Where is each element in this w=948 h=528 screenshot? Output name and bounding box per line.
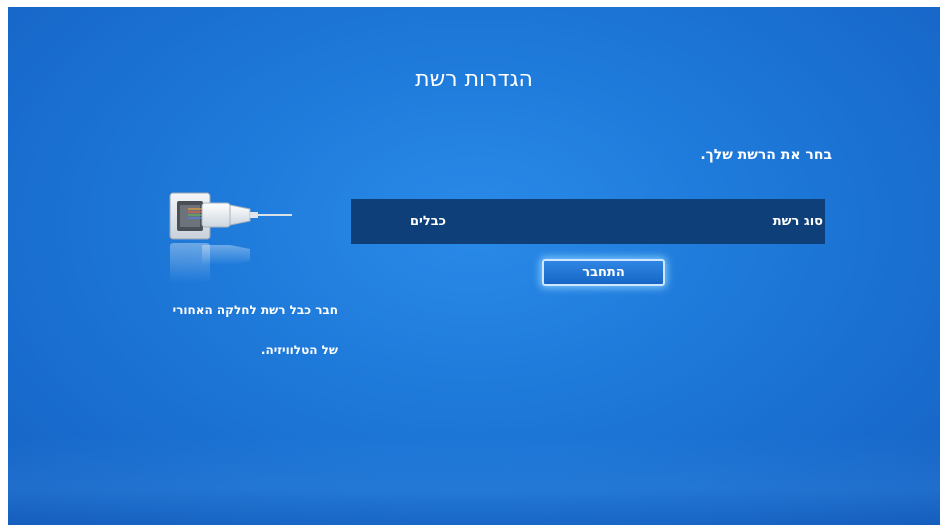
instruction-text-line1: חבר כבל רשת לחלקה האחורי (172, 303, 338, 317)
page-title: הגדרות רשת (415, 67, 533, 92)
network-type-selector[interactable]: סוג רשת כבלים (351, 199, 825, 244)
instruction-text-line2: של הטלוויזיה. (260, 343, 338, 357)
network-type-value: כבלים (410, 214, 447, 229)
connect-button[interactable]: התחבר (542, 259, 665, 286)
tv-screen: הגדרות רשת בחר את הרשת שלך. סוג רשת כבלי… (8, 7, 940, 525)
network-prompt: בחר את הרשת שלך. (700, 147, 832, 163)
ethernet-cable-port-icon (158, 185, 298, 295)
network-type-label: סוג רשת (772, 214, 823, 229)
